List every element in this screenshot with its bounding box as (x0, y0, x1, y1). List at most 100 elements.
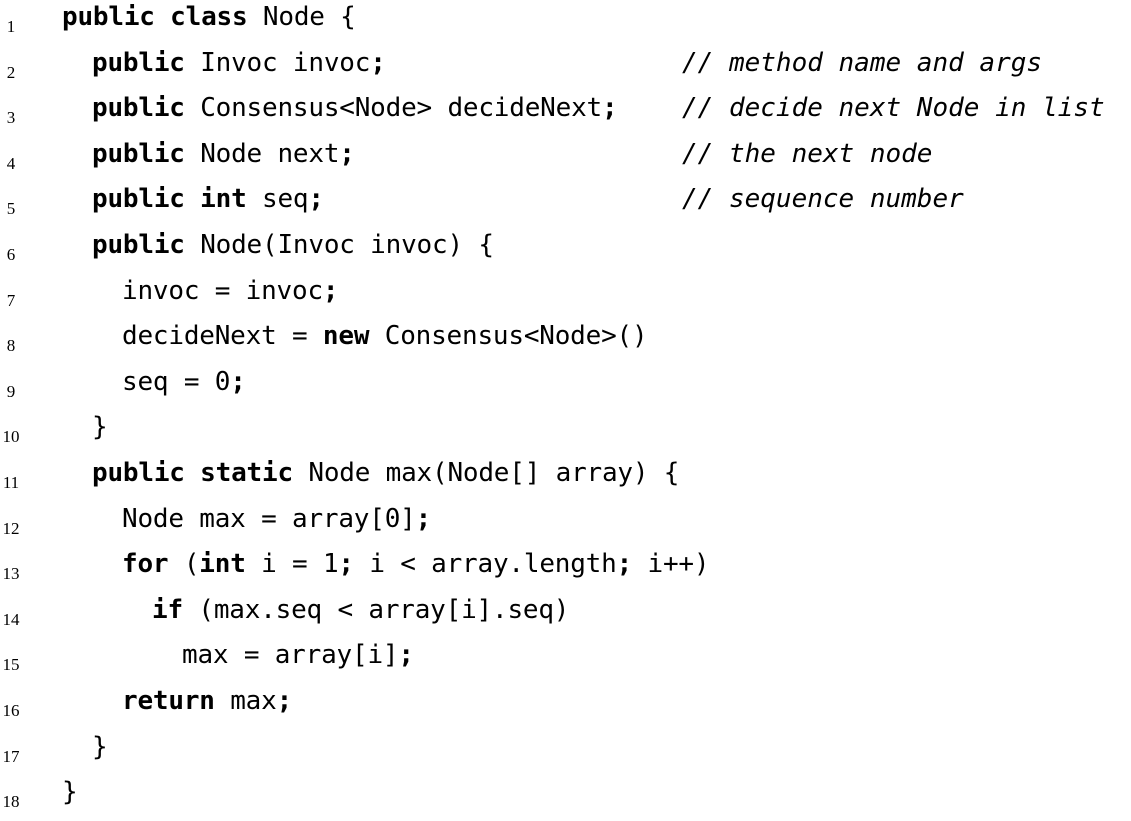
code-text: } (62, 775, 78, 809)
keyword: public (92, 47, 185, 78)
line-number: 1 (6, 17, 16, 36)
line-number: 11 (2, 473, 20, 492)
code-line: 16 return max; (0, 684, 1131, 730)
code-token: invoc = invoc (122, 275, 323, 306)
code-text: if (max.seq < array[i].seq) (152, 593, 569, 627)
code-line: 3 public Consensus<Node> decideNext; // de… (0, 91, 1131, 137)
code-line: 13 for (int i = 1; i < array.length; i++) (0, 547, 1131, 593)
keyword: int (199, 549, 246, 580)
line-number: 5 (6, 199, 16, 219)
keyword: return (122, 686, 215, 716)
line-number: 3 (6, 108, 16, 128)
keyword: new (322, 321, 370, 352)
keyword: ; (398, 640, 414, 671)
code-line: 12 Node max = array[0]; (0, 502, 1131, 548)
code-token: max (214, 686, 277, 716)
code-line: 18} (0, 775, 1131, 821)
code-text: public class Node { (62, 0, 356, 34)
keyword: ; (415, 503, 432, 534)
code-line: 8 decideNext = new Consensus<Node>() (0, 319, 1131, 365)
code-text: public Node next; (92, 137, 355, 171)
code-text: } (92, 730, 108, 764)
code-line: 7 invoc = invoc; (0, 274, 1131, 320)
keyword: ; (339, 138, 355, 169)
keyword: ; (616, 549, 633, 580)
code-line: 1 public class Node { (0, 0, 1131, 46)
code-text: for (int i = 1; i < array.length; i++) (122, 547, 710, 581)
code-line: 10} (0, 410, 1131, 456)
code-line: 5 public int seq; // sequence number (0, 182, 1131, 228)
line-number: 2 (6, 62, 16, 82)
code-line: 9 seq = 0; (0, 365, 1131, 411)
line-number: 17 (2, 746, 20, 766)
line-number: 14 (2, 609, 20, 629)
code-comment: // sequence number (682, 184, 964, 215)
code-token: Invoc invoc (184, 47, 371, 78)
keyword: ; (230, 366, 246, 397)
code-token: i++) (632, 549, 710, 580)
line-number: 12 (2, 518, 20, 538)
line-number: 8 (6, 336, 16, 356)
keyword: ; (322, 275, 339, 306)
code-line: 14 if (max.seq < array[i].seq) (0, 593, 1131, 639)
keyword: ; (338, 549, 354, 580)
code-line: 2 public Invoc invoc; // method name and a… (0, 46, 1131, 92)
line-number: 9 (6, 381, 16, 401)
keyword: ; (276, 686, 293, 716)
code-text: seq = 0; (122, 365, 246, 399)
keyword: if (152, 594, 183, 625)
code-line: 17} (0, 730, 1131, 776)
code-text: invoc = invoc; (122, 274, 339, 308)
keyword: public (92, 138, 185, 169)
code-token: i = 1 (245, 549, 339, 580)
line-number: 16 (2, 701, 20, 720)
code-token: Node max = array[0] (122, 503, 416, 534)
code-line: 4 public Node next; // the next node (0, 137, 1131, 183)
code-text: } (92, 410, 108, 444)
keyword: public int (92, 184, 247, 215)
code-token: seq (246, 184, 309, 215)
code-text: Node max = array[0]; (122, 502, 431, 536)
code-comment: // method name and args (682, 47, 1043, 78)
code-text: decideNext = new Consensus<Node>() (122, 319, 648, 353)
keyword: public static (92, 458, 293, 488)
code-token: decideNext = (122, 321, 323, 352)
code-text: public static Node max(Node[] array) { (92, 456, 679, 490)
code-line: 6 public Node(Invoc invoc) { (0, 228, 1131, 274)
code-token: } (62, 777, 78, 808)
keyword: ; (308, 184, 324, 215)
code-line: 15 max = array[i]; (0, 638, 1131, 684)
keyword: public (92, 93, 185, 124)
code-token: ( (168, 549, 200, 580)
line-number: 4 (6, 153, 16, 173)
code-text: max = array[i]; (182, 638, 414, 672)
code-text: public Invoc invoc; (92, 46, 386, 80)
code-token: Node(Invoc invoc) { (184, 230, 494, 260)
line-number: 6 (6, 245, 16, 264)
code-text: return max; (122, 684, 292, 718)
code-token: } (92, 731, 108, 762)
code-token: } (92, 412, 108, 443)
line-number: 18 (2, 792, 20, 812)
line-number: 13 (2, 564, 20, 584)
code-line: 11 public static Node max(Node[] array) { (0, 456, 1131, 502)
code-text: public int seq; (92, 182, 324, 216)
code-listing: 1 public class Node { 2 public Invoc invoc;… (0, 0, 1131, 811)
keyword: ; (370, 47, 386, 78)
code-token: max = array[i] (182, 640, 399, 671)
code-text: public Consensus<Node> decideNext; (92, 91, 618, 125)
keyword: ; (601, 93, 618, 124)
line-number: 7 (6, 290, 16, 310)
keyword: public class (62, 2, 248, 32)
code-token: Consensus<Node> decideNext (184, 93, 602, 124)
code-comment: // decide next Node in list (682, 93, 1105, 124)
code-token: Node max(Node[] array) { (292, 458, 680, 488)
code-comment: // the next node (682, 138, 933, 169)
keyword: for (122, 549, 169, 580)
code-text: public Node(Invoc invoc) { (92, 228, 494, 262)
code-token: Node { (247, 2, 356, 32)
code-token: Consensus<Node>() (369, 321, 648, 352)
line-number: 10 (2, 427, 20, 447)
code-token: (max.seq < array[i].seq) (182, 594, 570, 625)
code-token: i < array.length (353, 549, 617, 580)
